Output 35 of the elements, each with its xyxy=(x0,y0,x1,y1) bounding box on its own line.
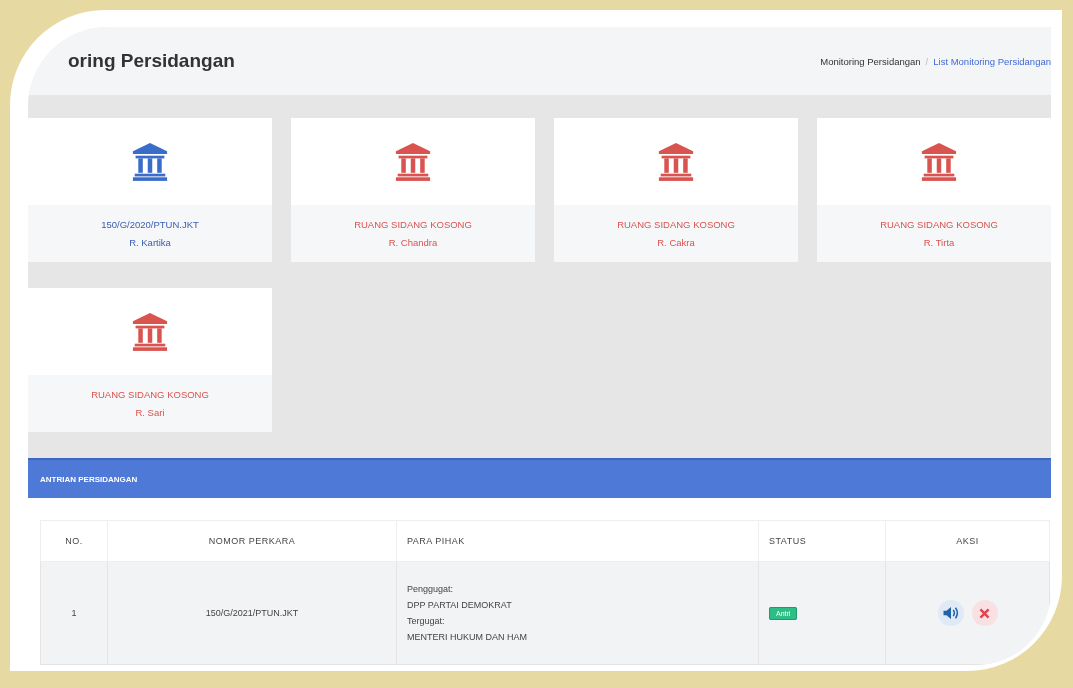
case-status: RUANG SIDANG KOSONG xyxy=(880,219,998,230)
party-line: Penggugat: xyxy=(407,583,455,596)
breadcrumb-separator: / xyxy=(925,55,929,67)
building-icon xyxy=(132,141,168,182)
column-header: NOMOR PERKARA xyxy=(107,520,397,562)
table-cell: 150/G/2021/PTUN.JKT xyxy=(107,561,397,665)
breadcrumb-link[interactable]: List Monitoring Persidangan xyxy=(933,55,1051,67)
column-header: PARA PIHAK xyxy=(396,520,759,562)
building-icon xyxy=(921,141,957,182)
party-line: Tergugat: xyxy=(407,615,446,628)
breadcrumb-item: Monitoring Persidangan xyxy=(820,55,921,67)
case-status: 150/G/2020/PTUN.JKT xyxy=(101,219,199,230)
party-line: DPP PARTAI DEMOKRAT xyxy=(407,599,513,612)
building-icon xyxy=(132,311,168,352)
building-icon xyxy=(395,141,431,182)
room-name: R. Chandra xyxy=(388,237,438,248)
column-header: STATUS xyxy=(758,520,886,562)
party-line: MENTERI HUKUM DAN HAM xyxy=(407,631,528,644)
room-name: R. Tirta xyxy=(923,237,955,248)
speaker-button[interactable] xyxy=(937,600,964,626)
delete-button[interactable] xyxy=(971,600,998,626)
room-name: R. Kartika xyxy=(129,237,171,248)
case-status: RUANG SIDANG KOSONG xyxy=(354,219,472,230)
section-title: ANTRIAN PERSIDANGAN xyxy=(40,474,138,484)
speaker-icon xyxy=(941,605,960,621)
page-title: oring Persidangan xyxy=(68,50,235,72)
column-header: NO. xyxy=(40,520,108,562)
close-icon xyxy=(978,606,991,620)
case-status: RUANG SIDANG KOSONG xyxy=(91,389,209,400)
table-cell: 1 xyxy=(40,561,108,665)
room-name: R. Sari xyxy=(135,407,165,418)
building-icon xyxy=(658,141,694,182)
case-status: RUANG SIDANG KOSONG xyxy=(617,219,735,230)
room-name: R. Cakra xyxy=(657,237,695,248)
column-header: AKSI xyxy=(885,520,1050,562)
